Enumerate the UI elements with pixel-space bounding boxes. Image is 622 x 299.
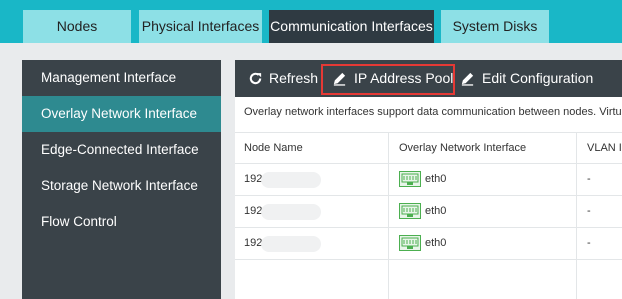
redacted-area: [261, 172, 321, 188]
network-port-icon: [399, 171, 421, 187]
table-header: Node Name Overlay Network Interface VLAN…: [235, 132, 622, 164]
sidebar-item-overlay-network-interface[interactable]: Overlay Network Interface: [22, 96, 221, 132]
interface-name-cell: eth0: [425, 205, 447, 217]
refresh-icon: [249, 72, 262, 85]
network-port-icon: [399, 203, 421, 219]
sidebar-item-edge-connected-interface[interactable]: Edge-Connected Interface: [22, 132, 221, 168]
redacted-area: [261, 236, 321, 252]
top-tab-bar: Nodes Physical Interfaces Communication …: [0, 0, 622, 43]
info-text: Overlay network interfaces support data …: [244, 106, 622, 118]
highlight-box: [321, 64, 455, 95]
sidebar: Management Interface Overlay Network Int…: [22, 60, 221, 299]
table-row[interactable]: 192 eth0 -: [235, 228, 622, 260]
edit-configuration-button[interactable]: Edit Configuration: [460, 60, 620, 97]
refresh-label: Refresh: [269, 70, 319, 86]
main-panel: Refresh IP Address Pool Edit Configurati…: [235, 60, 622, 299]
interface-name-cell: eth0: [425, 173, 447, 185]
interface-name-cell: eth0: [425, 237, 447, 249]
redacted-area: [261, 204, 321, 220]
tab-communication-interfaces[interactable]: Communication Interfaces: [269, 10, 434, 43]
column-divider: [388, 132, 389, 299]
sidebar-item-management-interface[interactable]: Management Interface: [22, 60, 221, 96]
table-row[interactable]: 192 eth0 -: [235, 196, 622, 228]
edit-configuration-label: Edit Configuration: [482, 70, 594, 86]
column-divider: [576, 132, 577, 299]
tab-physical-interfaces[interactable]: Physical Interfaces: [139, 10, 262, 43]
tab-nodes[interactable]: Nodes: [23, 10, 131, 43]
node-name-cell: 192: [244, 173, 263, 185]
toolbar: Refresh IP Address Pool Edit Configurati…: [235, 60, 622, 97]
column-header-overlay-network-interface[interactable]: Overlay Network Interface: [399, 133, 526, 163]
vlan-cell: -: [587, 173, 591, 185]
network-port-icon: [399, 235, 421, 251]
sidebar-item-storage-network-interface[interactable]: Storage Network Interface: [22, 168, 221, 204]
sidebar-item-flow-control[interactable]: Flow Control: [22, 204, 221, 240]
tab-system-disks[interactable]: System Disks: [441, 10, 549, 43]
vlan-cell: -: [587, 237, 591, 249]
node-name-cell: 192: [244, 237, 263, 249]
table-row[interactable]: 192 eth0 -: [235, 164, 622, 196]
vlan-cell: -: [587, 205, 591, 217]
refresh-button[interactable]: Refresh: [248, 60, 318, 97]
pencil-icon: [461, 72, 474, 86]
column-header-vlan[interactable]: VLAN I: [587, 133, 622, 163]
column-header-node-name[interactable]: Node Name: [244, 133, 303, 163]
node-name-cell: 192: [244, 205, 263, 217]
